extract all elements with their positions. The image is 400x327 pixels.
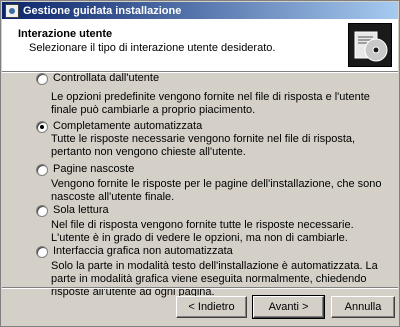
page-title: Interazione utente bbox=[18, 28, 113, 40]
window-title: Gestione guidata installazione bbox=[23, 4, 182, 17]
setup-disc-icon bbox=[348, 23, 392, 67]
radio-controlled[interactable] bbox=[36, 73, 48, 85]
app-icon bbox=[5, 3, 19, 18]
wizard-header: Interazione utente Selezionare il tipo d… bbox=[2, 19, 398, 72]
wizard-window: Gestione guidata installazione Interazio… bbox=[0, 0, 400, 327]
radio-hidden-pages[interactable] bbox=[36, 164, 48, 176]
radio-gui-not-automated[interactable] bbox=[36, 246, 48, 258]
option-description: Vengono fornite le risposte per le pagin… bbox=[51, 178, 382, 203]
option-label: Controllata dall'utente bbox=[53, 72, 160, 84]
option-description: Tutte le risposte necessarie vengono for… bbox=[51, 133, 356, 158]
title-bar[interactable]: Gestione guidata installazione bbox=[2, 2, 398, 19]
option-label: Interfaccia grafica non automatizzata bbox=[53, 245, 233, 257]
next-button[interactable]: Avanti > bbox=[252, 295, 325, 319]
page-subtitle: Selezionare il tipo di interazione utent… bbox=[29, 42, 276, 54]
option-label: Sola lettura bbox=[53, 204, 109, 216]
radio-read-only[interactable] bbox=[36, 205, 48, 217]
back-button[interactable]: < Indietro bbox=[176, 296, 247, 318]
footer-separator bbox=[2, 287, 398, 289]
cancel-button[interactable]: Annulla bbox=[331, 296, 395, 318]
option-label: Pagine nascoste bbox=[53, 163, 135, 175]
radio-fully-automated[interactable] bbox=[36, 121, 48, 133]
option-description: Le opzioni predefinite vengono fornite n… bbox=[51, 91, 370, 116]
option-label: Completamente automatizzata bbox=[53, 120, 203, 132]
option-description: Solo la parte in modalità testo dell'ins… bbox=[51, 260, 378, 298]
option-description: Nel file di risposta vengono fornite tut… bbox=[51, 219, 354, 244]
